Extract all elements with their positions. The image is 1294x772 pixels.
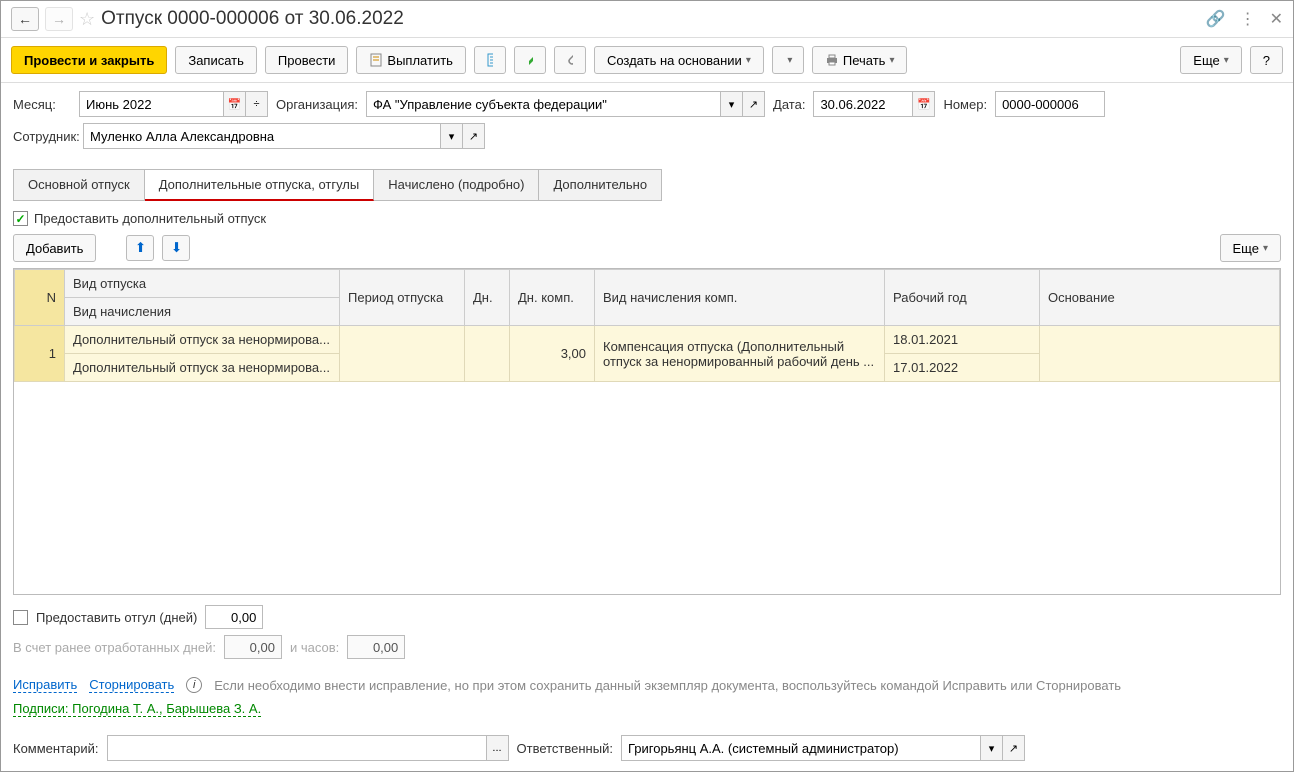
more-button[interactable]: Еще bbox=[1180, 46, 1241, 74]
hours-label: и часов: bbox=[290, 640, 339, 655]
form-icon-button[interactable] bbox=[474, 46, 506, 74]
table-more-button[interactable]: Еще bbox=[1220, 234, 1281, 262]
close-icon[interactable]: ✕ bbox=[1270, 9, 1283, 29]
table-row[interactable]: 1 Дополнительный отпуск за ненормирова..… bbox=[15, 326, 1280, 354]
col-accrual[interactable]: Вид начисления комп. bbox=[595, 270, 885, 326]
help-button[interactable]: ? bbox=[1250, 46, 1283, 74]
cell-period bbox=[340, 326, 465, 382]
move-down-button[interactable]: ⬇ bbox=[162, 235, 190, 261]
write-button[interactable]: Записать bbox=[175, 46, 257, 74]
month-input[interactable] bbox=[79, 91, 224, 117]
post-button[interactable]: Провести bbox=[265, 46, 349, 74]
cell-days bbox=[465, 326, 510, 382]
cell-basis bbox=[1040, 326, 1280, 382]
cell-days-comp: 3,00 bbox=[510, 326, 595, 382]
signatures-link[interactable]: Подписи: Погодина Т. А., Барышева З. А. bbox=[13, 701, 261, 717]
grant-vacation-label: Предоставить дополнительный отпуск bbox=[34, 211, 266, 226]
create-based-button[interactable]: Создать на основании bbox=[594, 46, 764, 74]
col-days[interactable]: Дн. bbox=[465, 270, 510, 326]
printer-icon bbox=[825, 53, 839, 67]
print-button[interactable]: Печать bbox=[812, 46, 908, 74]
nav-forward-button[interactable]: → bbox=[45, 7, 73, 31]
col-type[interactable]: Вид отпуска bbox=[65, 270, 340, 298]
tab-additional[interactable]: Дополнительно bbox=[539, 170, 661, 200]
cell-n: 1 bbox=[15, 326, 65, 382]
more-menu-icon[interactable]: ⋮ bbox=[1240, 9, 1256, 29]
nav-back-button[interactable]: ← bbox=[11, 7, 39, 31]
tab-accrued[interactable]: Начислено (подробно) bbox=[374, 170, 539, 200]
cell-year2: 17.01.2022 bbox=[885, 354, 1040, 382]
cell-type2: Дополнительный отпуск за ненормирова... bbox=[65, 354, 340, 382]
col-year[interactable]: Рабочий год bbox=[885, 270, 1040, 326]
month-spinner-button[interactable]: ÷ bbox=[246, 91, 268, 117]
grant-vacation-checkbox[interactable]: ✓ bbox=[13, 211, 28, 226]
favorite-star-icon[interactable]: ☆ bbox=[79, 9, 95, 30]
org-dropdown-button[interactable]: ▾ bbox=[721, 91, 743, 117]
worked-days-input bbox=[224, 635, 282, 659]
tab-main-vacation[interactable]: Основной отпуск bbox=[14, 170, 145, 200]
edit-icon-button[interactable] bbox=[514, 46, 546, 74]
post-close-button[interactable]: Провести и закрыть bbox=[11, 46, 167, 74]
tab-additional-vacation[interactable]: Дополнительные отпуска, отгулы bbox=[145, 170, 375, 201]
info-text: Если необходимо внести исправление, но п… bbox=[214, 678, 1121, 693]
vacation-grid[interactable]: N Вид отпуска Период отпуска Дн. Дн. ком… bbox=[13, 268, 1281, 595]
comment-expand-button[interactable]: ... bbox=[487, 735, 509, 761]
cell-type1: Дополнительный отпуск за ненормирова... bbox=[65, 326, 340, 354]
comment-input[interactable] bbox=[107, 735, 487, 761]
link-icon[interactable]: 🔗 bbox=[1206, 9, 1226, 29]
org-label: Организация: bbox=[276, 97, 358, 112]
col-days-comp[interactable]: Дн. комп. bbox=[510, 270, 595, 326]
attach-icon-button[interactable] bbox=[554, 46, 586, 74]
number-input[interactable] bbox=[995, 91, 1105, 117]
document-icon bbox=[369, 53, 383, 67]
info-icon: i bbox=[186, 677, 202, 693]
col-period[interactable]: Период отпуска bbox=[340, 270, 465, 326]
window-title: Отпуск 0000-000006 от 30.06.2022 bbox=[101, 8, 1200, 30]
date-input[interactable] bbox=[813, 91, 913, 117]
cell-accrual: Компенсация отпуска (Дополнительный отпу… bbox=[595, 326, 885, 382]
reverse-link[interactable]: Сторнировать bbox=[89, 677, 174, 693]
emp-dropdown-button[interactable]: ▾ bbox=[441, 123, 463, 149]
responsible-label: Ответственный: bbox=[517, 741, 613, 756]
responsible-input[interactable] bbox=[621, 735, 981, 761]
otgul-checkbox[interactable] bbox=[13, 610, 28, 625]
folder-icon-button[interactable] bbox=[772, 46, 804, 74]
org-open-button[interactable]: ↗ bbox=[743, 91, 765, 117]
emp-open-button[interactable]: ↗ bbox=[463, 123, 485, 149]
pay-button[interactable]: Выплатить bbox=[356, 46, 466, 74]
worked-days-label: В счет ранее отработанных дней: bbox=[13, 640, 216, 655]
date-calendar-button[interactable]: 📅 bbox=[913, 91, 935, 117]
col-basis[interactable]: Основание bbox=[1040, 270, 1280, 326]
responsible-dropdown-button[interactable]: ▾ bbox=[981, 735, 1003, 761]
month-label: Месяц: bbox=[13, 97, 71, 112]
otgul-label: Предоставить отгул (дней) bbox=[36, 610, 197, 625]
date-label: Дата: bbox=[773, 97, 805, 112]
col-n[interactable]: N bbox=[15, 270, 65, 326]
otgul-input[interactable] bbox=[205, 605, 263, 629]
number-label: Номер: bbox=[943, 97, 987, 112]
comment-label: Комментарий: bbox=[13, 741, 99, 756]
org-input[interactable] bbox=[366, 91, 721, 117]
cell-year1: 18.01.2021 bbox=[885, 326, 1040, 354]
hours-input bbox=[347, 635, 405, 659]
add-row-button[interactable]: Добавить bbox=[13, 234, 96, 262]
pay-button-label: Выплатить bbox=[387, 53, 453, 68]
fix-link[interactable]: Исправить bbox=[13, 677, 77, 693]
emp-input[interactable] bbox=[83, 123, 441, 149]
responsible-open-button[interactable]: ↗ bbox=[1003, 735, 1025, 761]
month-calendar-button[interactable]: 📅 bbox=[224, 91, 246, 117]
col-type2[interactable]: Вид начисления bbox=[65, 298, 340, 326]
print-button-label: Печать bbox=[843, 53, 886, 68]
move-up-button[interactable]: ⬆ bbox=[126, 235, 154, 261]
emp-label: Сотрудник: bbox=[13, 129, 75, 144]
